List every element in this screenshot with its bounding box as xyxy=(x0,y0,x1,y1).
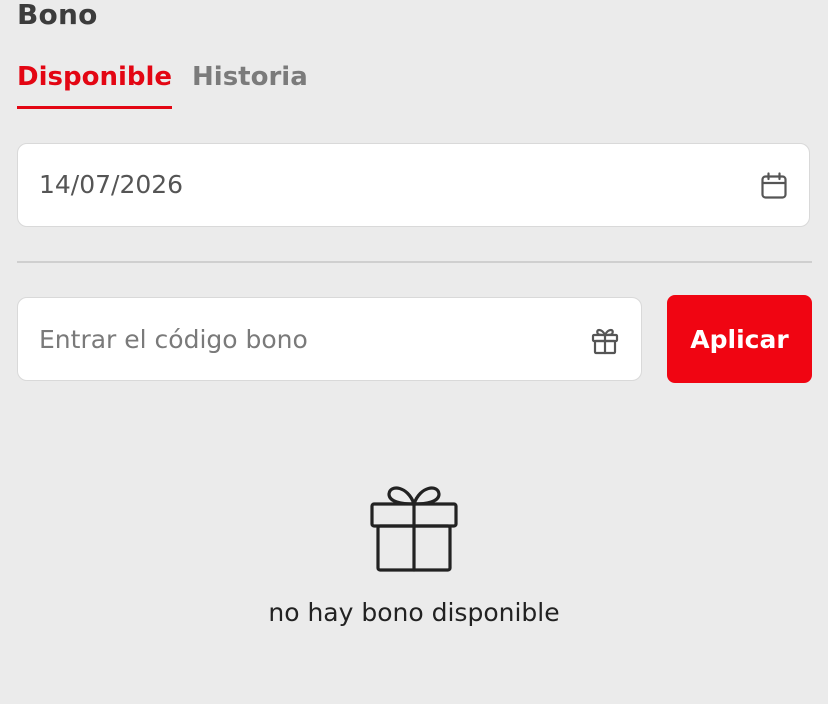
gift-icon xyxy=(591,328,619,355)
coupon-code-field[interactable] xyxy=(17,297,642,381)
gift-icon xyxy=(370,486,458,572)
date-value: 14/07/2026 xyxy=(39,170,184,199)
apply-button[interactable]: Aplicar xyxy=(667,295,812,383)
coupon-code-input[interactable] xyxy=(39,320,579,358)
tab-bar: Disponible Historia xyxy=(17,60,308,110)
tab-disponible[interactable]: Disponible xyxy=(17,60,173,109)
date-picker-field[interactable]: 14/07/2026 xyxy=(17,143,810,227)
calendar-icon[interactable] xyxy=(759,171,789,201)
tab-historia[interactable]: Historia xyxy=(192,60,308,109)
empty-state: no hay bono disponible xyxy=(0,480,828,630)
divider xyxy=(17,261,812,263)
page-title: Bono xyxy=(17,0,98,31)
empty-message: no hay bono disponible xyxy=(268,598,560,627)
